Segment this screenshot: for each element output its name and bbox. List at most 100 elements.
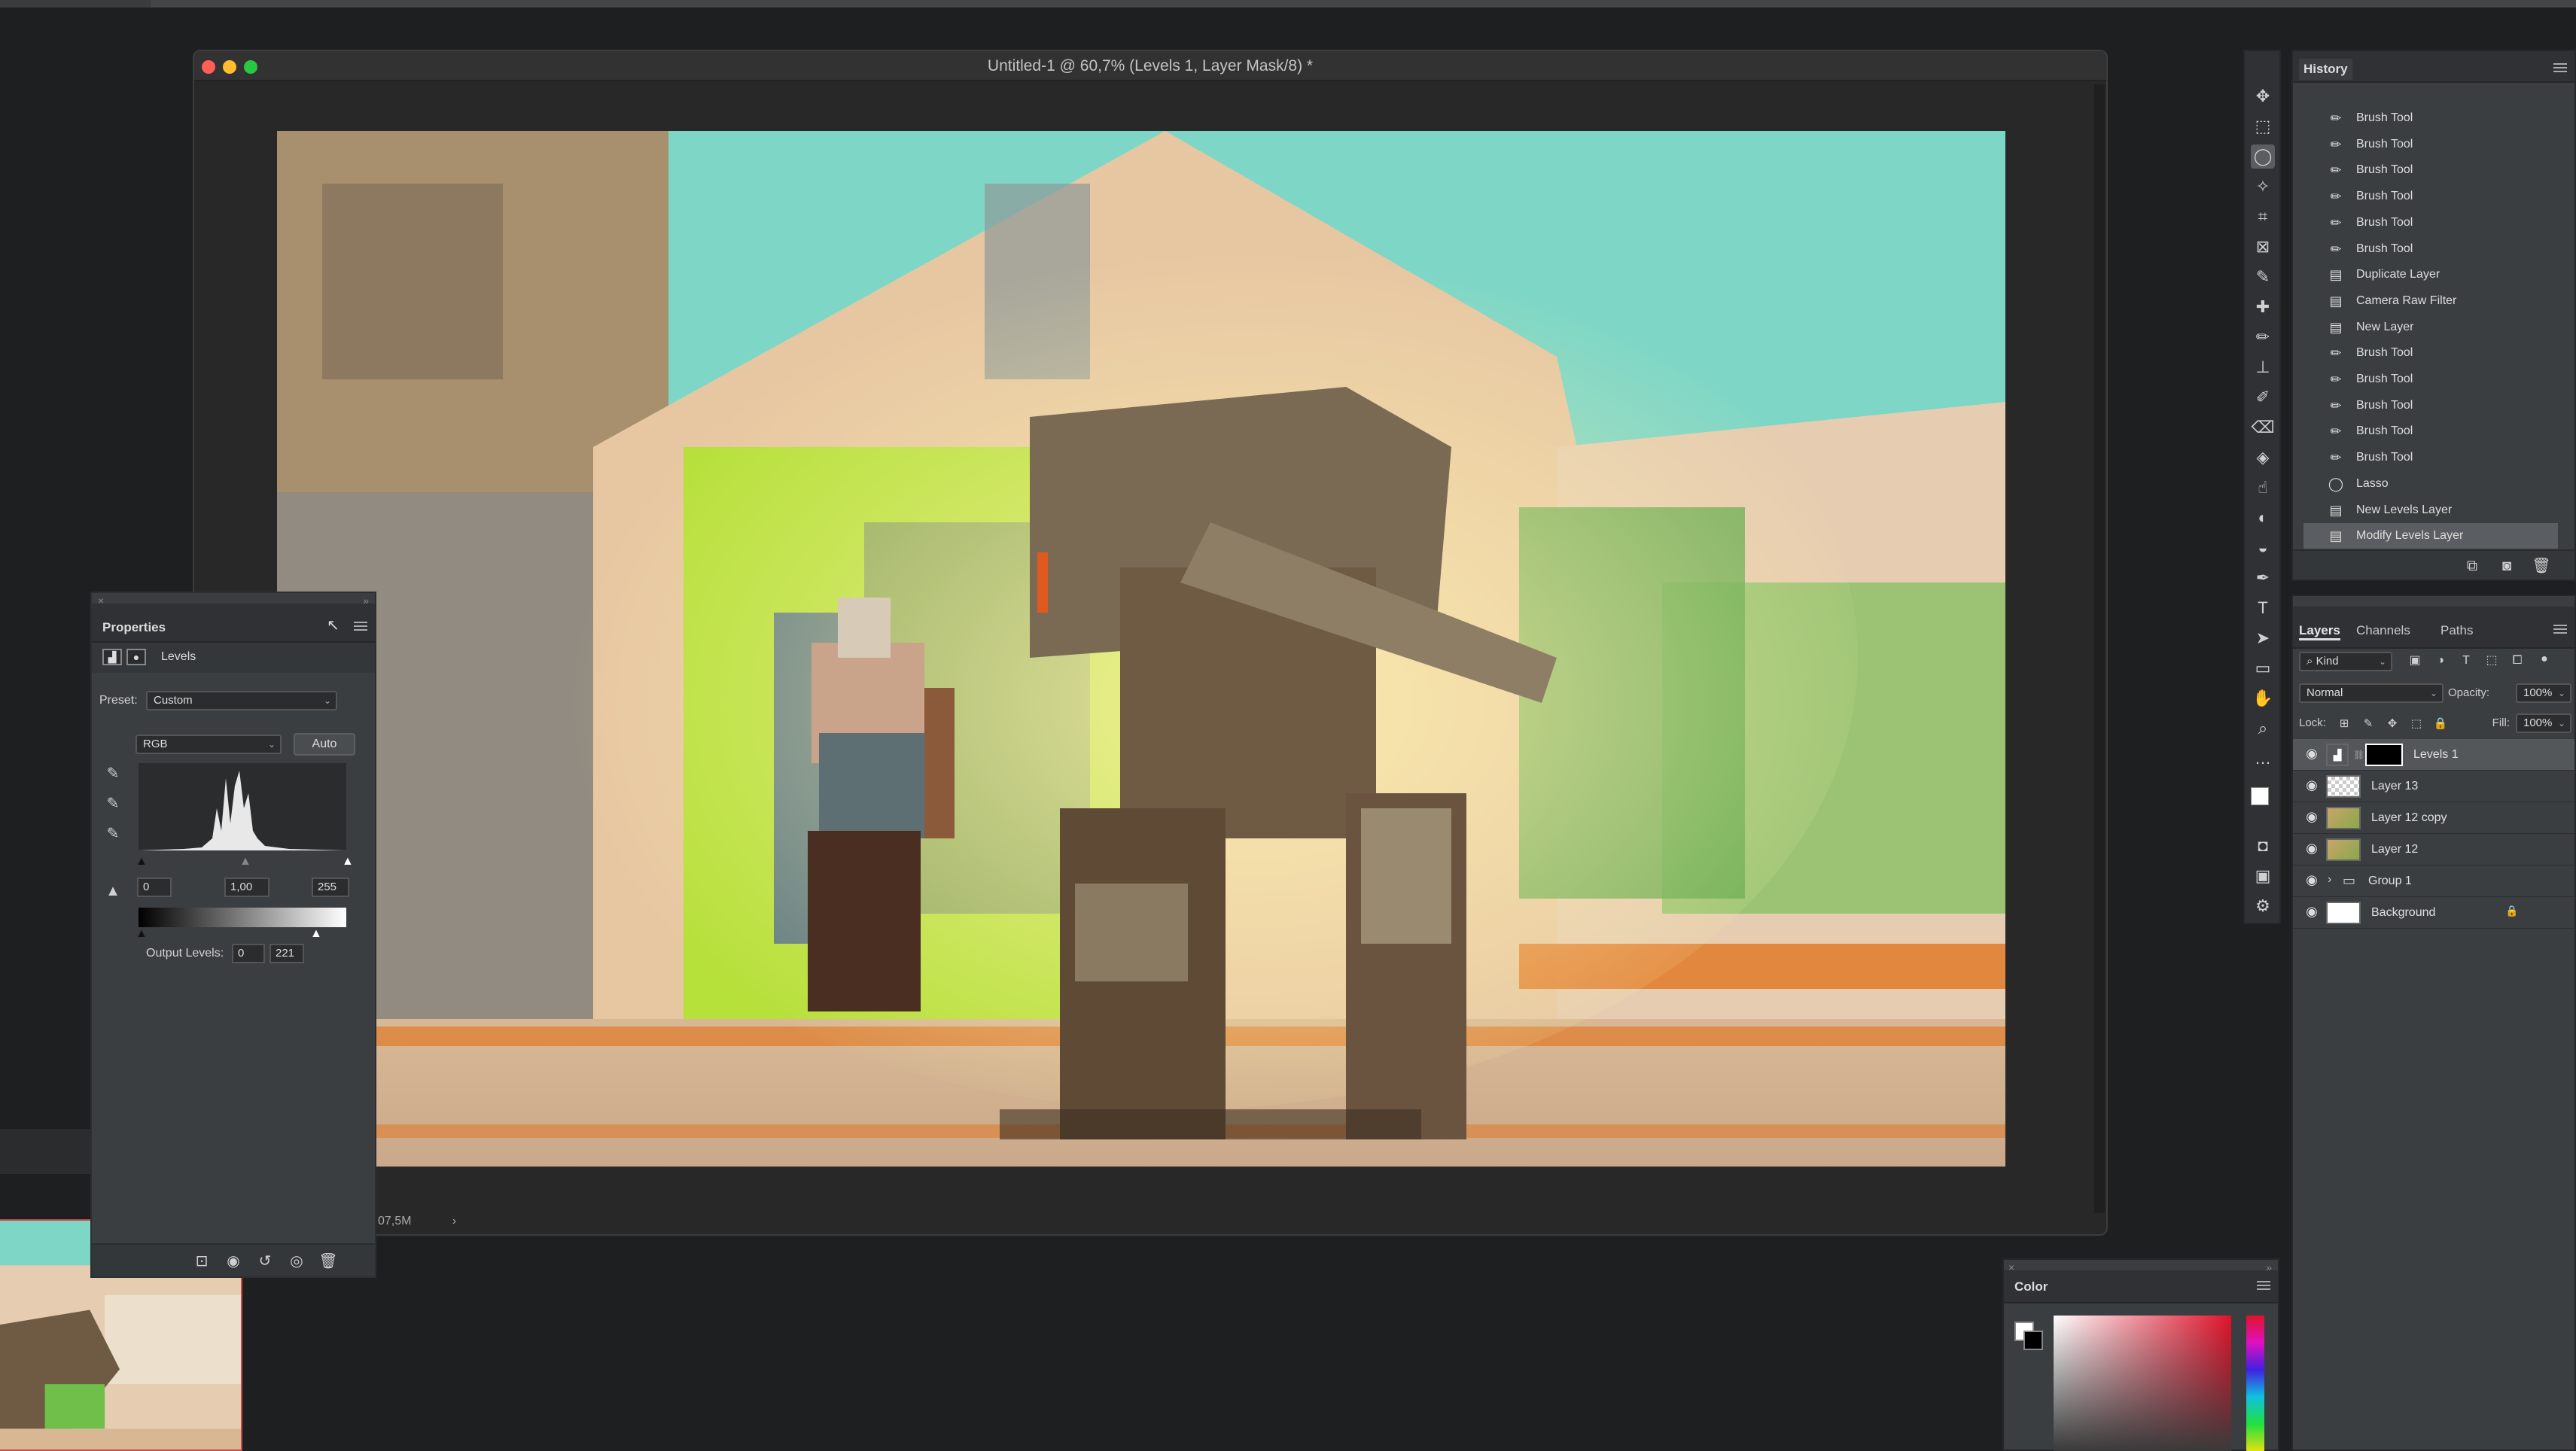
tab-paths[interactable]: Paths <box>2441 623 2473 638</box>
auto-button[interactable]: Auto <box>294 733 355 756</box>
black-point-eyedropper-icon[interactable]: ✎ <box>102 763 123 784</box>
visibility-icon[interactable]: ◎ <box>286 1251 307 1272</box>
eyedropper-tool-icon[interactable]: ✎ <box>2251 265 2275 289</box>
history-item[interactable]: ✏ Brush Tool <box>2303 105 2558 131</box>
history-item[interactable]: ✏ Brush Tool <box>2303 157 2558 183</box>
lock-artboard-icon[interactable]: ⬚ <box>2406 713 2427 735</box>
document-title-bar[interactable]: Untitled-1 @ 60,7% (Levels 1, Layer Mask… <box>194 51 2106 81</box>
output-black-field[interactable]: 0 <box>232 944 265 963</box>
brush-tool-icon[interactable]: ✏ <box>2251 325 2275 349</box>
layer-row-layer-13[interactable]: ◉ Layer 13 <box>2293 771 2574 802</box>
clone-stamp-tool-icon[interactable]: ⊥ <box>2251 355 2275 379</box>
history-item[interactable]: ▤ New Levels Layer <box>2303 497 2558 523</box>
layer-row-background[interactable]: ◉ Background 🔒 <box>2293 897 2574 929</box>
screen-mode-icon[interactable]: ▣ <box>2251 864 2275 888</box>
filter-smart-object-icon[interactable]: ⧠ <box>2507 650 2528 671</box>
lock-image-icon[interactable]: ✎ <box>2358 713 2379 735</box>
opacity-field[interactable]: 100% ⌄ <box>2516 683 2571 703</box>
trash-icon[interactable]: 🗑 <box>2531 555 2552 576</box>
fill-field[interactable]: 100% ⌄ <box>2516 713 2571 733</box>
more-tools-icon[interactable]: … <box>2251 747 2275 771</box>
blend-mode-select[interactable]: Normal ⌄ <box>2299 683 2444 703</box>
reset-icon[interactable]: ↺ <box>254 1251 276 1272</box>
lock-position-icon[interactable]: ✥ <box>2382 713 2403 735</box>
properties-tab[interactable]: Properties <box>102 620 166 635</box>
history-item[interactable]: ✏ Brush Tool <box>2303 132 2558 157</box>
smudge-tool-icon[interactable]: ☝ <box>2251 476 2275 500</box>
path-selection-tool-icon[interactable]: ➤ <box>2251 626 2275 650</box>
tools-panel[interactable]: ✥ ⬚ ◯ ✧ ⌗ ⊠ ✎ ✚ ✏ ⊥ ✐ ⌫ ◈ ☝ ◐ ◒ ✒ T ➤ ▭ … <box>2243 50 2281 924</box>
hue-slider[interactable] <box>2246 1316 2264 1451</box>
clip-to-layer-icon[interactable]: ⊡ <box>191 1251 212 1272</box>
eye-icon[interactable]: ◉ <box>2302 746 2322 764</box>
layer-row-levels-1[interactable]: ◉ ▟ ⛓ Levels 1 <box>2293 739 2574 771</box>
snapshot-icon[interactable]: ◙ <box>2496 555 2517 576</box>
eye-icon[interactable]: ◉ <box>2302 841 2322 859</box>
layer-filter-select[interactable]: ⌕ Kind ⌄ <box>2299 652 2392 671</box>
marquee-tool-icon[interactable]: ⬚ <box>2251 114 2275 138</box>
crop-tool-icon[interactable]: ⌗ <box>2251 205 2275 229</box>
maximize-window-button[interactable] <box>244 60 257 74</box>
output-white-slider[interactable]: ▲ <box>310 927 322 941</box>
layer-row-layer-12[interactable]: ◉ Layer 12 <box>2293 834 2574 865</box>
chevron-right-icon[interactable]: › <box>2328 873 2331 887</box>
eye-icon[interactable]: ◉ <box>2302 777 2322 795</box>
history-item[interactable]: ✏ Brush Tool <box>2303 445 2558 470</box>
filter-type-icon[interactable]: T <box>2456 650 2477 671</box>
color-tab[interactable]: Color <box>2014 1279 2048 1294</box>
input-black-field[interactable]: 0 <box>137 878 172 897</box>
channel-select[interactable]: RGB ⌄ <box>135 735 282 754</box>
history-item[interactable]: ✏ Brush Tool <box>2303 393 2558 418</box>
preset-select[interactable]: Custom ⌄ <box>146 691 337 710</box>
output-black-slider[interactable]: ▲ <box>135 927 148 941</box>
history-menu-icon[interactable] <box>2553 63 2567 72</box>
history-item[interactable]: ▤ New Layer <box>2303 315 2558 340</box>
mask-icon[interactable]: ● <box>126 649 146 665</box>
color-field[interactable] <box>2054 1316 2231 1451</box>
history-item[interactable]: ▤ Camera Raw Filter <box>2303 288 2558 314</box>
frame-tool-icon[interactable]: ⊠ <box>2251 235 2275 259</box>
magic-wand-tool-icon[interactable]: ✧ <box>2251 175 2275 199</box>
new-document-from-state-icon[interactable]: ⧉ <box>2462 555 2483 576</box>
output-white-field[interactable]: 221 <box>269 944 304 963</box>
healing-brush-tool-icon[interactable]: ✚ <box>2251 295 2275 319</box>
background-swatch[interactable] <box>2023 1331 2043 1350</box>
history-brush-tool-icon[interactable]: ✐ <box>2251 385 2275 409</box>
pen-tool-icon[interactable]: ✒ <box>2251 566 2275 590</box>
history-item[interactable]: ✏ Brush Tool <box>2303 340 2558 366</box>
close-window-button[interactable] <box>202 60 215 74</box>
sponge-tool-icon[interactable]: ◒ <box>2251 536 2275 560</box>
lock-transparent-icon[interactable]: ⊞ <box>2334 713 2355 735</box>
input-white-field[interactable]: 255 <box>312 878 349 897</box>
quick-mask-icon[interactable]: ◘ <box>2251 834 2275 858</box>
history-tab[interactable]: History <box>2299 59 2352 80</box>
filter-adjustment-icon[interactable]: ◑ <box>2430 650 2451 671</box>
rectangle-tool-icon[interactable]: ▭ <box>2251 656 2275 680</box>
eye-icon[interactable]: ◉ <box>2302 809 2322 827</box>
history-item[interactable]: ▤ Duplicate Layer <box>2303 262 2558 287</box>
eraser-tool-icon[interactable]: ⌫ <box>2251 415 2275 440</box>
history-item[interactable]: ✏ Brush Tool <box>2303 236 2558 262</box>
status-arrow-icon[interactable]: › <box>452 1215 456 1227</box>
history-item[interactable]: ✏ Brush Tool <box>2303 184 2558 209</box>
canvas[interactable] <box>277 131 2005 1167</box>
black-input-slider[interactable]: ▲ <box>135 855 148 868</box>
minimize-window-button[interactable] <box>223 60 236 74</box>
paint-bucket-tool-icon[interactable]: ◈ <box>2251 446 2275 470</box>
tab-layers[interactable]: Layers <box>2299 623 2340 640</box>
burn-tool-icon[interactable]: ◐ <box>2251 506 2275 530</box>
gray-point-eyedropper-icon[interactable]: ✎ <box>102 793 123 814</box>
eye-icon[interactable]: ◉ <box>2302 904 2322 922</box>
view-previous-icon[interactable]: ◉ <box>223 1251 244 1272</box>
properties-panel[interactable]: × » Properties ↖ ▟ ● Levels Preset: Cust… <box>90 592 376 1278</box>
color-panel[interactable]: × » Color <box>2002 1258 2279 1451</box>
filter-toggle-icon[interactable]: ● <box>2534 649 2555 670</box>
filter-pixel-icon[interactable]: ▣ <box>2404 650 2425 671</box>
filter-shape-icon[interactable]: ⬚ <box>2481 650 2502 671</box>
move-tool-icon[interactable]: ✥ <box>2251 84 2275 108</box>
zoom-tool-icon[interactable]: ⌕ <box>2251 716 2275 741</box>
white-input-slider[interactable]: ▲ <box>342 855 354 868</box>
gamma-input-slider[interactable]: ▲ <box>239 855 251 868</box>
levels-icon[interactable]: ▟ <box>102 649 122 665</box>
type-tool-icon[interactable]: T <box>2251 596 2275 620</box>
